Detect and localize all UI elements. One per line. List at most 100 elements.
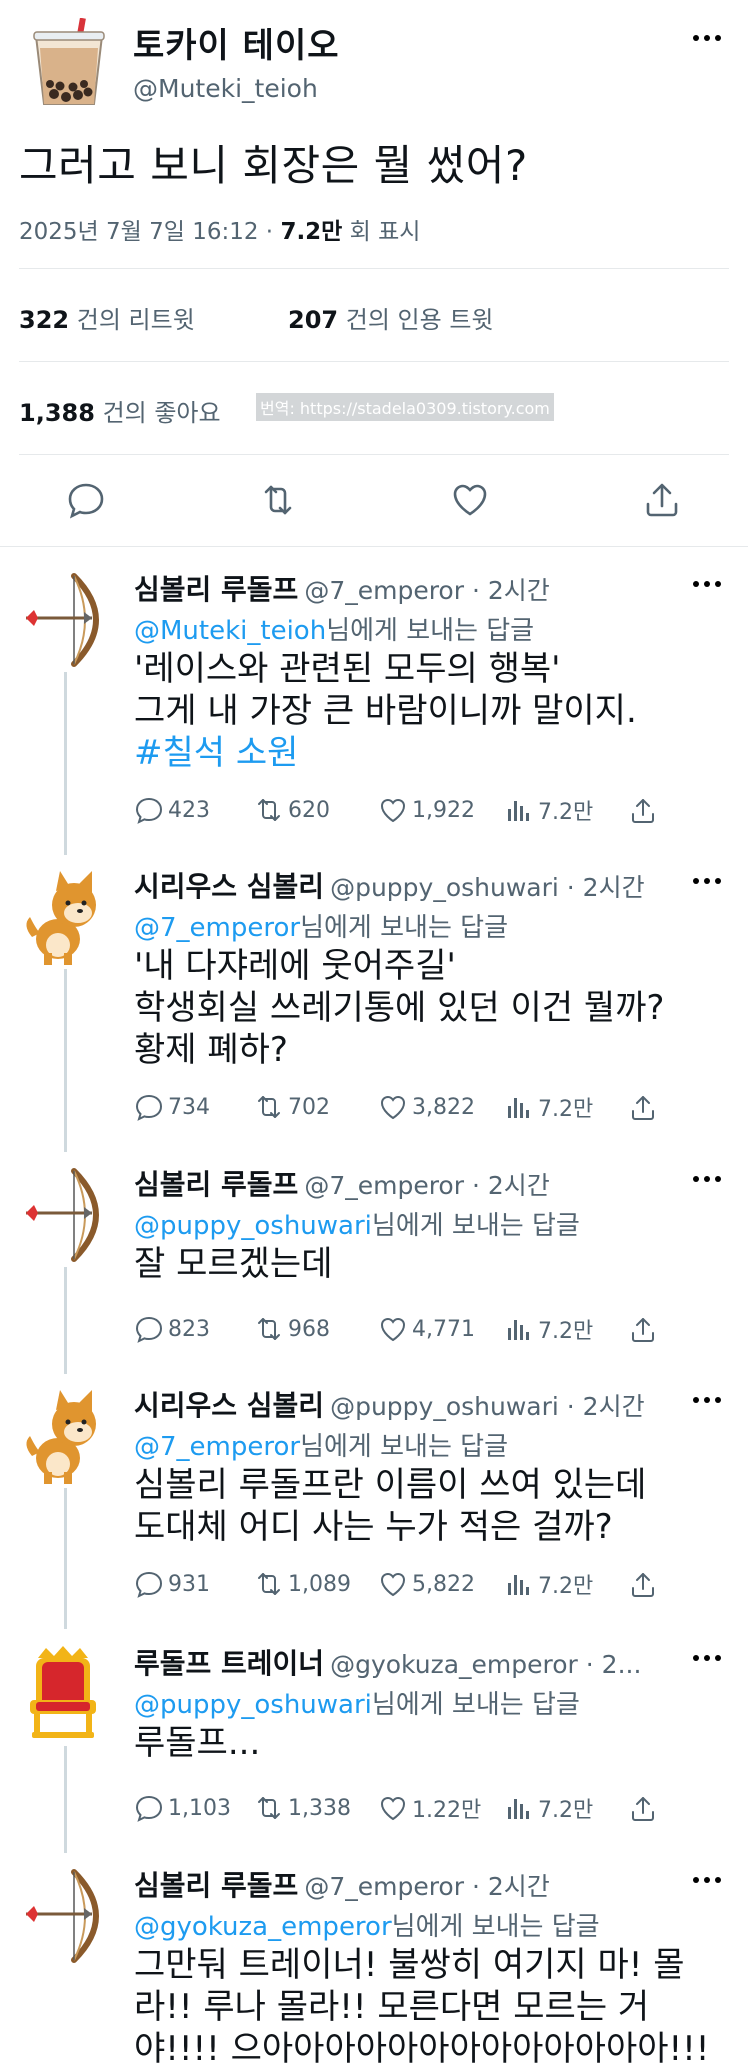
views-button[interactable]: 7.2만 [504,792,593,828]
reply-author-name[interactable]: 루돌프 트레이너 @gyokuza_emperor · 2... [134,1642,641,1682]
reply-author-name[interactable]: 심볼리 루돌프 @7_emperor · 2시간 [134,1163,550,1203]
mention-link[interactable]: @Muteki_teioh [134,616,326,646]
reply-text-line: 루돌프... [134,1723,261,1763]
reply-button[interactable]: 734 [134,1089,210,1125]
retweet-button[interactable]: 968 [254,1311,330,1347]
more-options-icon[interactable] [690,574,724,594]
reply-button[interactable]: 1,103 [134,1790,231,1826]
reply-suffix: 님에게 보내는 답글 [391,1912,600,1942]
mention-link[interactable]: @puppy_oshuwari [134,1690,372,1720]
reply-text-line: 야!!!! 으아아아아아아아아아아아아아!!! [134,2029,710,2069]
like-icon [378,1092,408,1122]
reply-name-text[interactable]: 심볼리 루돌프 [134,1168,298,1201]
reply-tweet[interactable]: 시리우스 심볼리 @puppy_oshuwari · 2시간 @7_emperor님… [0,857,748,1162]
views-button[interactable]: 7.2만 [504,1089,593,1125]
reply-text: '레이스와 관련된 모두의 행복' 그게 내 가장 큰 바람이니까 말이지. #칠석… [134,648,637,774]
mention-link[interactable]: @puppy_oshuwari [134,1211,372,1241]
reply-author-name[interactable]: 심볼리 루돌프 @7_emperor · 2시간 [134,568,550,608]
reply-name-text[interactable]: 심볼리 루돌프 [134,573,298,606]
mention-link[interactable]: @7_emperor [134,913,300,943]
more-options-icon[interactable] [690,1169,724,1189]
reply-handle[interactable]: @7_emperor · 2시간 [304,1872,549,1901]
reply-handle[interactable]: @7_emperor · 2시간 [304,1171,549,1200]
reply-button[interactable]: 423 [134,792,210,828]
likes-stat[interactable]: 1,388 건의 좋아요 [19,393,221,428]
reply-text-line: 라!! 루나 몰라!! 모른다면 모르는 거 [134,1987,650,2027]
avatar[interactable] [22,1386,104,1486]
author-name[interactable]: 토카이 테이오 [133,18,340,67]
reply-text: 그만둬 트레이너! 불쌍히 여기지 마! 몰 라!! 루나 몰라!! 모른다면 모… [134,1944,709,2070]
reply-text-line: '레이스와 관련된 모두의 행복' [134,649,561,689]
more-options-icon[interactable] [690,1648,724,1668]
views-count: 7.2만 [538,1798,594,1823]
hashtag-link[interactable]: #칠석 소원 [134,732,637,774]
share-button[interactable] [628,792,658,828]
retweet-button[interactable]: 702 [254,1089,330,1125]
like-button[interactable]: 1.22만 [378,1790,481,1826]
reply-handle[interactable]: @puppy_oshuwari · 2시간 [330,873,645,902]
reply-name-text[interactable]: 심볼리 루돌프 [134,1869,298,1902]
like-button[interactable]: 5,822 [378,1566,475,1602]
view-count: 7.2만 [280,219,343,245]
views-button[interactable]: 7.2만 [504,1311,593,1347]
tweet-meta: 2025년 7월 7일 16:12 · 7.2만 회 표시 [19,212,420,246]
views-button[interactable]: 7.2만 [504,1790,593,1826]
like-button[interactable]: 3,822 [378,1089,475,1125]
share-button[interactable] [628,1790,658,1826]
reply-action-bar: 734 702 3,822 7.2만 [134,1089,674,1125]
reply-author-name[interactable]: 시리우스 심볼리 @puppy_oshuwari · 2시간 [134,1384,645,1424]
reply-name-text[interactable]: 루돌프 트레이너 [134,1647,324,1680]
reply-tweet[interactable]: 루돌프 트레이너 @gyokuza_emperor · 2... @puppy_os… [0,1634,748,1863]
reply-button[interactable]: 823 [134,1311,210,1347]
reply-author-name[interactable]: 시리우스 심볼리 @puppy_oshuwari · 2시간 [134,865,645,905]
reply-handle[interactable]: @gyokuza_emperor · 2... [330,1650,641,1679]
retweet-icon[interactable] [258,480,298,520]
mention-link[interactable]: @gyokuza_emperor [134,1912,392,1942]
views-icon [504,1314,534,1344]
more-options-icon[interactable] [690,28,724,48]
retweet-button[interactable]: 1,089 [254,1566,351,1602]
more-options-icon[interactable] [690,1870,724,1890]
retweet-count: 1,089 [288,1571,351,1597]
like-button[interactable]: 4,771 [378,1311,475,1347]
share-icon[interactable] [642,480,682,520]
share-button[interactable] [628,1089,658,1125]
more-options-icon[interactable] [690,1390,724,1410]
reply-author-name[interactable]: 심볼리 루돌프 @7_emperor · 2시간 [134,1864,550,1904]
reply-handle[interactable]: @puppy_oshuwari · 2시간 [330,1392,645,1421]
reply-tweet[interactable]: 시리우스 심볼리 @puppy_oshuwari · 2시간 @7_emperor님… [0,1376,748,1639]
reply-tweet[interactable]: 심볼리 루돌프 @7_emperor · 2시간 @puppy_oshuwari님에… [0,1155,748,1384]
avatar[interactable] [22,867,104,967]
quotes-stat[interactable]: 207 건의 인용 트윗 [288,300,494,335]
reply-button[interactable]: 931 [134,1566,210,1602]
reply-handle[interactable]: @7_emperor · 2시간 [304,576,549,605]
retweet-button[interactable]: 620 [254,792,330,828]
avatar[interactable] [22,1165,104,1265]
mention-link[interactable]: @7_emperor [134,1432,300,1462]
share-button[interactable] [628,1311,658,1347]
reply-tweet[interactable]: 심볼리 루돌프 @7_emperor · 2시간 @Muteki_teioh님에게 … [0,560,748,865]
views-button[interactable]: 7.2만 [504,1566,593,1602]
reply-name-text[interactable]: 시리우스 심볼리 [134,870,324,903]
avatar[interactable] [22,1866,104,1966]
reply-count: 931 [168,1571,210,1597]
avatar[interactable] [22,570,104,670]
author-handle[interactable]: @Muteki_teioh [133,74,318,103]
share-button[interactable] [628,1566,658,1602]
reply-icon[interactable] [66,480,106,520]
like-count: 1,922 [412,797,475,823]
reply-icon [134,1793,164,1823]
reply-tweet[interactable]: 심볼리 루돌프 @7_emperor · 2시간 @gyokuza_emperor님… [0,1856,748,2069]
retweet-count: 620 [288,797,330,823]
retweet-button[interactable]: 1,338 [254,1790,351,1826]
thread-connector-line [64,1488,67,1629]
like-icon[interactable] [450,480,490,520]
retweets-stat[interactable]: 322 건의 리트윗 [19,300,195,335]
views-count: 7.2만 [538,800,594,825]
avatar[interactable] [22,1644,104,1744]
bow-arrow-icon [26,573,99,667]
bubble-tea-avatar-icon[interactable] [28,18,110,108]
more-options-icon[interactable] [690,871,724,891]
reply-name-text[interactable]: 시리우스 심볼리 [134,1389,324,1422]
like-button[interactable]: 1,922 [378,792,475,828]
